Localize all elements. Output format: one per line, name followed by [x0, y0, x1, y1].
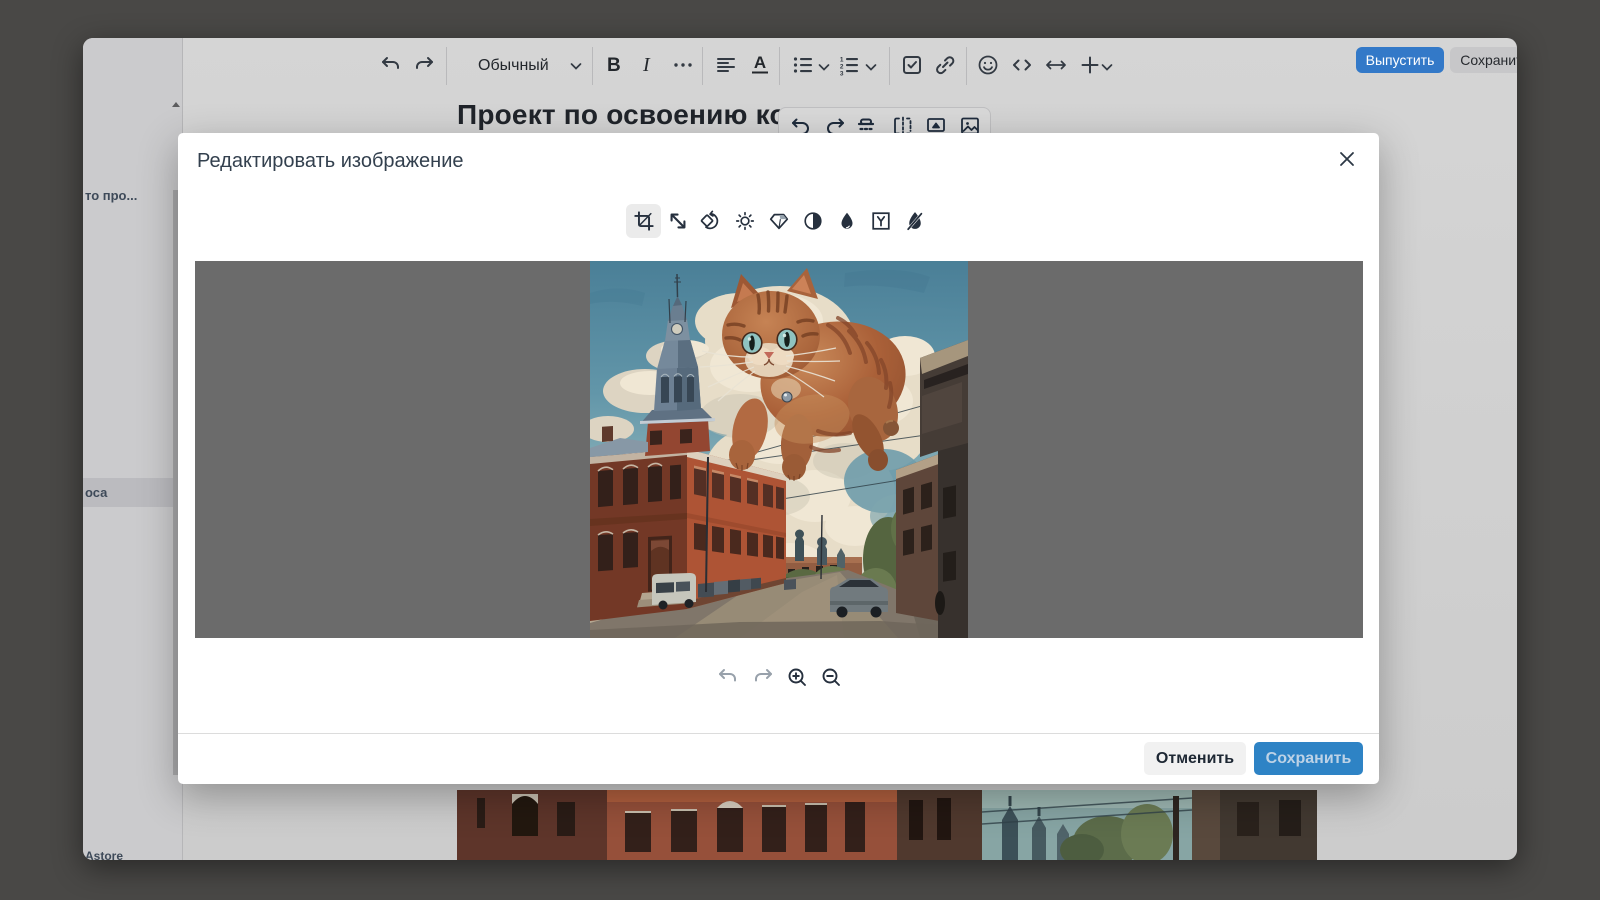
svg-text:A: A	[754, 53, 766, 72]
svg-text:2: 2	[840, 63, 844, 70]
svg-text:3: 3	[840, 70, 844, 77]
svg-text:1: 1	[840, 56, 844, 63]
